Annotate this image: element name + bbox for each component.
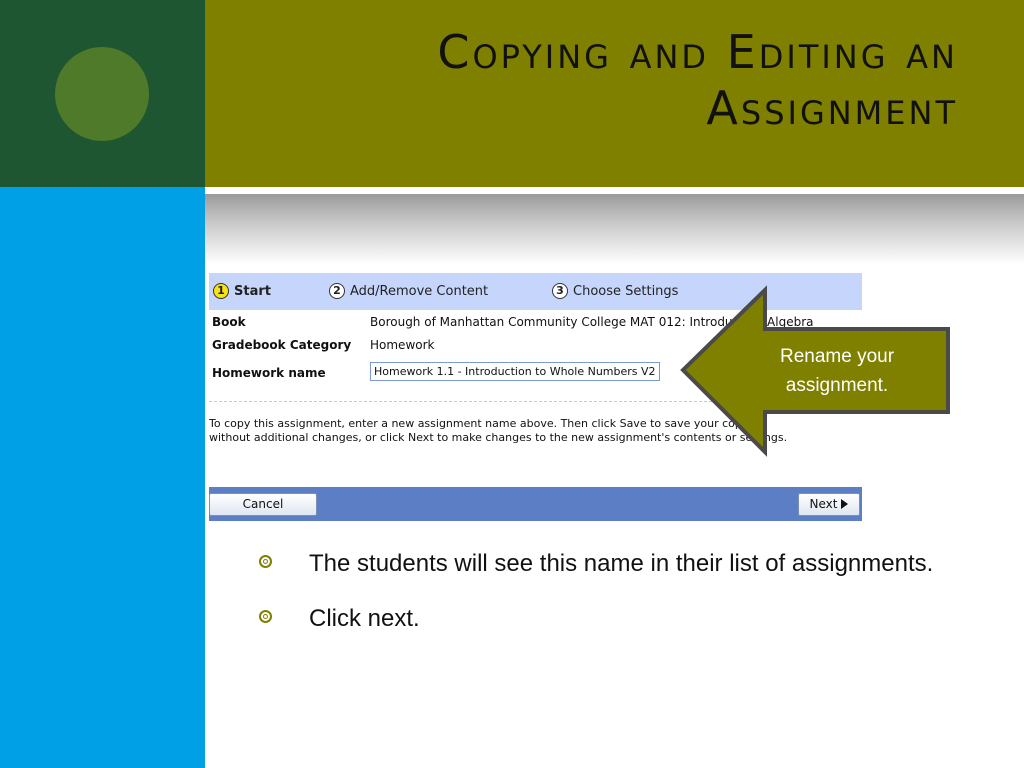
- homework-name-input[interactable]: Homework 1.1 - Introduction to Whole Num…: [370, 362, 660, 381]
- copy-instructions: To copy this assignment, enter a new ass…: [209, 417, 859, 445]
- bullet-item: The students will see this name in their…: [255, 545, 935, 582]
- header-gradient-band: [205, 194, 1024, 264]
- book-value: Borough of Manhattan Community College M…: [370, 315, 814, 329]
- decorative-circle: [55, 47, 149, 141]
- wizard-footer-bar: Cancel Next: [209, 487, 862, 521]
- target-bullet-icon: [259, 610, 272, 623]
- step-choose-settings[interactable]: 3 Choose Settings: [552, 283, 678, 299]
- next-button-label: Next: [809, 497, 838, 511]
- step-add-remove-content[interactable]: 2 Add/Remove Content: [329, 283, 488, 299]
- bullet-list: The students will see this name in their…: [255, 545, 935, 655]
- gradebook-category-value: Homework: [370, 338, 435, 352]
- slide-title: Copying and Editing an Assignment: [258, 24, 958, 136]
- instructions-line-2: without additional changes, or click Nex…: [209, 431, 788, 444]
- callout-line-2: assignment.: [785, 375, 889, 396]
- bullet-text: Click next.: [309, 605, 420, 632]
- homework-name-label: Homework name: [212, 366, 326, 380]
- step-label-add-remove-content: Add/Remove Content: [350, 283, 489, 299]
- slide-title-line-1: Copying and Editing an: [437, 25, 958, 79]
- bullet-text: The students will see this name in their…: [309, 550, 934, 577]
- step-label-choose-settings: Choose Settings: [573, 283, 679, 299]
- slide-title-line-2: Assignment: [706, 81, 958, 135]
- triangle-right-icon: [841, 499, 849, 509]
- step-label-start: Start: [234, 283, 271, 299]
- step-number-3: 3: [552, 283, 568, 299]
- book-label: Book: [212, 315, 246, 329]
- cancel-button[interactable]: Cancel: [209, 493, 317, 516]
- step-number-2: 2: [329, 283, 345, 299]
- step-start[interactable]: 1 Start: [213, 283, 271, 299]
- form-divider: [209, 401, 862, 402]
- sidebar-bottom-block: [0, 187, 205, 768]
- next-button[interactable]: Next: [798, 493, 860, 516]
- wizard-steps-bar: 1 Start 2 Add/Remove Content 3 Choose Se…: [209, 273, 862, 310]
- gradebook-category-label: Gradebook Category: [212, 338, 352, 352]
- step-number-1: 1: [213, 283, 229, 299]
- callout-line-1: Rename your: [779, 346, 895, 367]
- instructions-line-1: To copy this assignment, enter a new ass…: [209, 417, 749, 430]
- header-divider: [205, 187, 1024, 191]
- callout-text: Rename your assignment.: [742, 342, 932, 400]
- bullet-item: Click next.: [255, 600, 935, 637]
- sidebar-top-block: [0, 0, 205, 187]
- target-bullet-icon: [259, 555, 272, 568]
